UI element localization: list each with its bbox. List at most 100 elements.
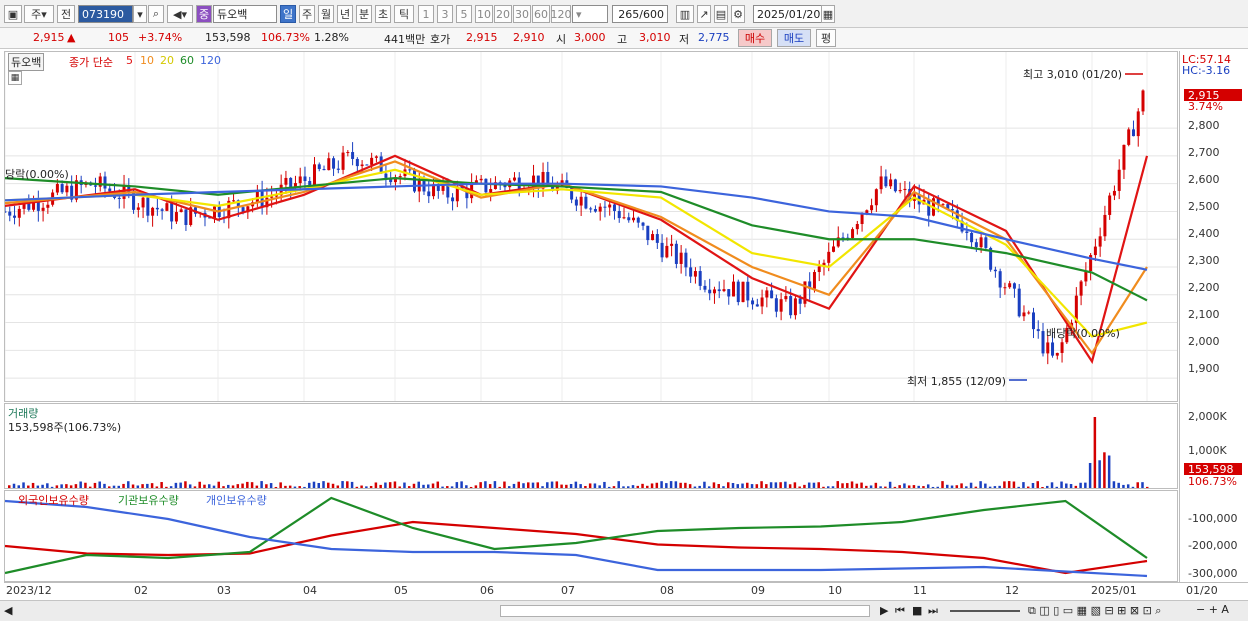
volume-bar bbox=[579, 484, 582, 488]
gear-icon[interactable]: ⚙ bbox=[731, 5, 745, 23]
count-field[interactable]: 265/600 bbox=[612, 5, 668, 23]
scroll-thumb[interactable] bbox=[500, 605, 870, 617]
candle-body bbox=[670, 243, 674, 246]
volume-bar bbox=[250, 482, 254, 488]
interval-30[interactable]: 30 bbox=[513, 5, 531, 23]
save-icon[interactable]: ▤ bbox=[714, 5, 728, 23]
sell-button[interactable]: 매도 bbox=[777, 29, 811, 47]
candle-body bbox=[627, 217, 631, 221]
last-icon[interactable]: ⏭ bbox=[928, 604, 938, 618]
search-icon[interactable]: ⌕ bbox=[148, 5, 164, 23]
volume-bar bbox=[1107, 455, 1111, 488]
volume-bar bbox=[826, 486, 830, 488]
volume-chart[interactable] bbox=[4, 403, 1178, 489]
count-total: /600 bbox=[639, 7, 664, 21]
volume-bar bbox=[236, 484, 240, 488]
candle-body bbox=[1103, 214, 1107, 237]
candle-body bbox=[1117, 169, 1121, 191]
volume-bar bbox=[760, 481, 763, 488]
volume-bar bbox=[1131, 486, 1135, 488]
draw-icon[interactable]: ↗ bbox=[697, 5, 711, 23]
holding-chart-svg bbox=[5, 496, 1148, 578]
tab-minute[interactable]: 분 bbox=[356, 5, 372, 23]
low-note: 최저 1,855 (12/09) bbox=[907, 375, 1007, 388]
ma-line-20 bbox=[5, 168, 1148, 338]
volume-bar bbox=[146, 483, 149, 488]
candle-body bbox=[408, 169, 412, 171]
candle-body bbox=[1136, 111, 1140, 137]
legend-stock-name[interactable]: 듀오백 bbox=[8, 53, 45, 71]
candle-body bbox=[593, 209, 597, 212]
volume-bar bbox=[960, 483, 963, 488]
candle-icon[interactable]: ▥ bbox=[676, 5, 694, 23]
period-select[interactable]: 주 ▾ bbox=[24, 5, 54, 23]
date-field[interactable]: 2025/01/20 bbox=[753, 5, 823, 23]
prev-button[interactable]: 전 bbox=[57, 5, 75, 23]
interval-120[interactable]: 120 bbox=[551, 5, 572, 23]
interval-20[interactable]: 20 bbox=[494, 5, 512, 23]
tab-day[interactable]: 일 bbox=[280, 5, 296, 23]
candle-body bbox=[451, 197, 455, 202]
zoom-controls-icon[interactable]: − + A bbox=[1196, 603, 1229, 616]
legend-institution: 기관보유수량 bbox=[118, 494, 179, 507]
interval-10[interactable]: 10 bbox=[475, 5, 493, 23]
tab-tick[interactable]: 틱 bbox=[394, 5, 414, 23]
candle-body bbox=[322, 169, 326, 171]
volume-bar bbox=[688, 484, 692, 488]
stock-name-field[interactable]: 듀오백 bbox=[213, 5, 277, 23]
volume-bar bbox=[241, 483, 244, 488]
sound-icon[interactable]: ◀▾ bbox=[167, 5, 193, 23]
price-chart[interactable] bbox=[4, 51, 1178, 402]
interval-5[interactable]: 5 bbox=[456, 5, 472, 23]
eval-button[interactable]: 평 bbox=[816, 29, 836, 47]
window-icon[interactable]: ▣ bbox=[4, 5, 22, 23]
candle-body bbox=[255, 190, 259, 203]
layout-icon[interactable]: ⧉ ◫ ▯ ▭ ▦ ▧ ⊟ ⊞ ⊠ ⊡ ⌕ bbox=[1028, 604, 1161, 618]
candle-body bbox=[412, 170, 416, 192]
candle-body bbox=[741, 281, 745, 303]
zoom-slider[interactable] bbox=[950, 610, 1020, 612]
volume-bar bbox=[336, 485, 340, 488]
volume-bar bbox=[384, 482, 387, 488]
quote-open: 3,000 bbox=[574, 31, 606, 44]
first-icon[interactable]: ⏮ bbox=[895, 604, 905, 618]
code-input[interactable]: 073190 bbox=[78, 5, 133, 23]
scroll-left-icon[interactable]: ◀ bbox=[4, 604, 12, 617]
candle-body bbox=[160, 209, 164, 211]
interval-1[interactable]: 1 bbox=[418, 5, 434, 23]
volume-bar bbox=[884, 486, 887, 488]
candle-body bbox=[108, 188, 112, 192]
tab-month[interactable]: 월 bbox=[318, 5, 334, 23]
table-icon[interactable]: ▦ bbox=[8, 71, 22, 85]
calendar-icon[interactable]: ▦ bbox=[821, 5, 835, 23]
scroll-bar[interactable]: ◀ ▶ ⏮ ■ ⏭ ⧉ ◫ ▯ ▭ ▦ ▧ ⊟ ⊞ ⊠ ⊡ ⌕ − + A bbox=[0, 600, 1248, 621]
custom-interval-field[interactable]: ▾ bbox=[572, 5, 608, 23]
volume-bar bbox=[465, 485, 468, 488]
stop-icon[interactable]: ■ bbox=[912, 604, 922, 617]
holding-chart[interactable] bbox=[4, 490, 1178, 582]
volume-bar bbox=[612, 486, 616, 488]
candle-body bbox=[760, 297, 764, 307]
volume-bar bbox=[865, 485, 868, 488]
candle-body bbox=[13, 215, 17, 218]
tab-week[interactable]: 주 bbox=[299, 5, 315, 23]
xtick: 03 bbox=[217, 584, 231, 597]
tab-second[interactable]: 초 bbox=[375, 5, 391, 23]
volume-bar bbox=[327, 482, 330, 488]
candle-body bbox=[336, 168, 340, 170]
interval-3[interactable]: 3 bbox=[437, 5, 453, 23]
interval-60[interactable]: 60 bbox=[532, 5, 550, 23]
vol-current-pct: 106.73% bbox=[1188, 475, 1237, 488]
tab-year[interactable]: 년 bbox=[337, 5, 353, 23]
volume-bar bbox=[741, 483, 744, 488]
chevron-down-icon[interactable]: ▾ bbox=[133, 5, 147, 23]
volume-bar bbox=[617, 481, 620, 488]
volume-bar bbox=[27, 485, 30, 488]
vol-ytick: 1,000K bbox=[1188, 444, 1227, 457]
candle-body bbox=[232, 200, 236, 202]
legend-foreign: 외국인보유수량 bbox=[18, 494, 89, 507]
scroll-right-icon[interactable]: ▶ bbox=[880, 604, 888, 617]
buy-button[interactable]: 매수 bbox=[738, 29, 772, 47]
candle-body bbox=[1012, 283, 1016, 289]
volume-bar bbox=[122, 483, 125, 488]
